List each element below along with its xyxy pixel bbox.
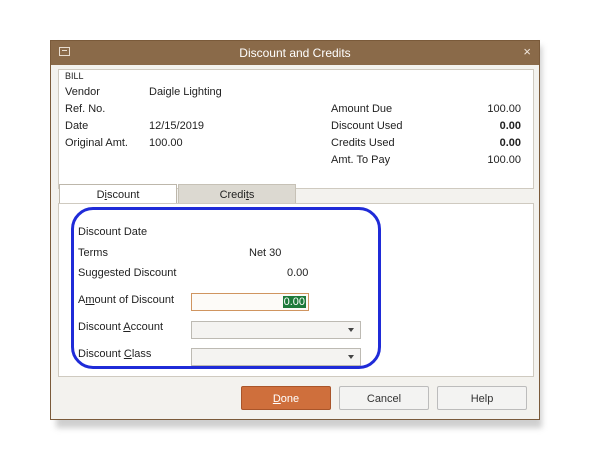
bill-summary: BILL Vendor Daigle Lighting Ref. No. Dat… <box>58 69 534 189</box>
tab-discount-label-end: scount <box>106 189 140 201</box>
amount-to-pay-label: Amt. To Pay <box>331 154 391 166</box>
original-amount-label: Original Amt. <box>65 137 128 149</box>
ref-no-label: Ref. No. <box>65 103 106 115</box>
help-button[interactable]: Help <box>437 386 527 410</box>
done-mnemonic: D <box>272 393 281 405</box>
discount-used-label: Discount Used <box>331 120 403 132</box>
amount-due-label: Amount Due <box>331 103 393 115</box>
vendor-label: Vendor <box>65 86 100 98</box>
tab-credits-label-start: Credi <box>219 189 246 201</box>
cancel-button[interactable]: Cancel <box>339 386 429 410</box>
amount-due-value: 100.00 <box>487 103 521 115</box>
tab-discount[interactable]: Discount <box>59 184 177 204</box>
title-bar: Discount and Credits × <box>51 41 539 65</box>
vendor-value: Daigle Lighting <box>149 86 222 98</box>
credits-used-value: 0.00 <box>499 137 521 149</box>
original-amount-value: 100.00 <box>149 137 183 149</box>
close-icon[interactable]: × <box>523 44 531 59</box>
date-value: 12/15/2019 <box>149 120 205 132</box>
highlight-annotation <box>71 207 381 369</box>
credits-used-label: Credits Used <box>331 137 395 149</box>
amount-to-pay-value: 100.00 <box>487 154 521 166</box>
tab-credits[interactable]: Credits <box>178 184 296 204</box>
date-label: Date <box>65 120 89 132</box>
done-label-end: one <box>280 393 300 405</box>
dialog-title: Discount and Credits <box>239 46 351 60</box>
bill-section-label: BILL <box>65 71 84 81</box>
discount-used-value: 0.00 <box>499 120 521 132</box>
done-button[interactable]: Done <box>241 386 331 410</box>
discount-credits-dialog: Discount and Credits × BILL Vendor Daigl… <box>50 40 540 420</box>
tab-credits-label-end: s <box>248 189 255 201</box>
tab-discount-label-start: D <box>96 189 105 201</box>
